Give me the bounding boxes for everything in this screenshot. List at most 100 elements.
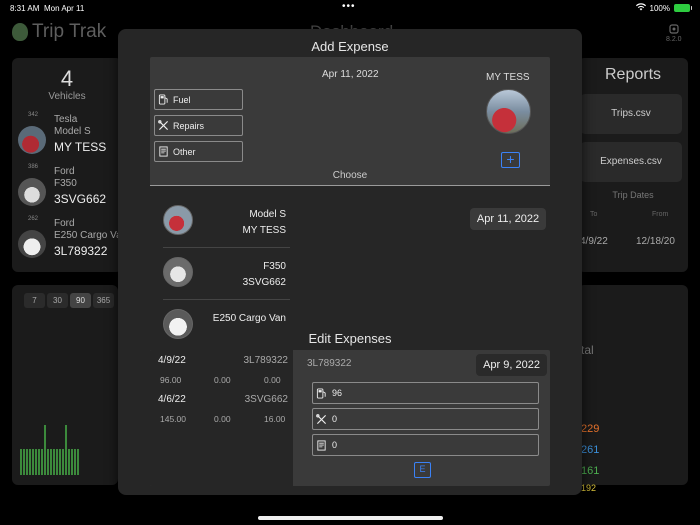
vehicle-model: F350 (54, 178, 77, 189)
choose-vehicle-name: MY TESS (242, 225, 286, 236)
totals-label: tal (581, 343, 594, 357)
vehicle-name: 3L789322 (54, 244, 108, 258)
total-value: 161 (581, 465, 600, 477)
expense-repairs: 0.00 (214, 375, 231, 385)
choose-vehicle-item[interactable]: F350 3SVG662 (163, 252, 290, 300)
choose-vehicle-name: 3SVG662 (242, 277, 286, 288)
vehicle-avatar (163, 257, 193, 287)
trip-dates-label: Trip Dates (612, 190, 654, 200)
range-button-90[interactable]: 90 (70, 293, 91, 308)
vehicle-count-label: Vehicles (48, 91, 86, 102)
selected-vehicle-avatar (486, 89, 531, 134)
choose-vehicle-list[interactable]: Model S MY TESS F350 3SVG662 E250 Cargo … (150, 186, 550, 351)
repairs-type-button[interactable]: Repairs (154, 115, 243, 136)
vehicle-number: 342 (28, 112, 39, 118)
add-expense-card: Apr 11, 2022 Fuel Repairs Other MY TESS … (150, 57, 550, 351)
vehicle-number: 262 (28, 216, 39, 222)
vehicle-name: 3SVG662 (54, 192, 107, 206)
vehicle-list-item[interactable]: 262 Ford E250 Cargo Va 3L789322 (16, 216, 122, 266)
total-value: 229 (581, 423, 600, 435)
fuel-type-button[interactable]: Fuel (154, 89, 243, 110)
fuel-pump-icon (316, 387, 326, 399)
expenses-csv-button[interactable]: Expenses.csv (580, 142, 682, 182)
total-value: 261 (581, 444, 600, 456)
vehicle-avatar (163, 205, 193, 235)
trips-csv-button[interactable]: Trips.csv (580, 94, 682, 134)
expense-date-picker[interactable]: Apr 11, 2022 (470, 208, 546, 230)
expense-row[interactable]: 4/9/22 3L789322 96.00 0.00 0.00 (158, 352, 288, 392)
fuel-amount-field[interactable]: 96 (312, 382, 539, 404)
vehicle-model: E250 Cargo Va (54, 230, 122, 241)
choose-vehicle-model: E250 Cargo Van (212, 313, 286, 324)
trip-dates-to-label: To (590, 211, 598, 218)
settings-button[interactable]: 8.2.0 (666, 24, 682, 43)
choose-vehicle-item[interactable]: Model S MY TESS (163, 200, 290, 248)
expense-plate: 3L789322 (243, 355, 289, 366)
vehicle-make: Ford (54, 218, 75, 229)
other-amount-field[interactable]: 0 (312, 434, 539, 456)
app-logo: Trip Trak (12, 21, 106, 43)
repairs-amount-value: 0 (332, 414, 338, 424)
selected-expense-plate: 3L789322 (307, 358, 352, 369)
expense-modal: Add Expense Apr 11, 2022 Fuel Repairs Ot… (118, 29, 582, 495)
reports-title: Reports (604, 66, 662, 83)
choose-label: Choose (332, 170, 368, 181)
fuel-type-label: Fuel (173, 94, 191, 105)
expense-fuel: 145.00 (160, 414, 186, 424)
expense-plate: 3SVG662 (244, 394, 288, 405)
fuel-pump-icon (158, 94, 168, 105)
vehicle-avatar (18, 178, 46, 206)
range-selector: 7 30 90 365 (24, 293, 114, 308)
range-button-7[interactable]: 7 (24, 293, 45, 308)
expense-other: 16.00 (264, 414, 286, 424)
total-value: 192 (581, 483, 597, 493)
range-button-30[interactable]: 30 (47, 293, 68, 308)
add-expense-button[interactable]: + (501, 152, 520, 168)
vehicle-avatar (18, 126, 46, 154)
receipt-icon (159, 146, 168, 157)
choose-vehicle-model: F350 (263, 261, 286, 272)
trip-to-date[interactable]: 4/9/22 (580, 236, 608, 247)
vehicle-list-item[interactable]: 342 Tesla Model S MY TESS (16, 112, 122, 162)
choose-vehicle-model: Model S (249, 209, 286, 220)
vehicle-make: Ford (54, 166, 75, 177)
selected-vehicle-name: MY TESS (486, 72, 530, 83)
other-amount-value: 0 (332, 440, 338, 450)
chart-panel: 7 30 90 365 (12, 285, 118, 485)
repairs-type-label: Repairs (173, 120, 205, 131)
vehicle-make: Tesla (54, 114, 78, 125)
app-name: Trip Trak (32, 21, 107, 42)
version-label: 8.2.0 (666, 36, 682, 43)
save-edit-button[interactable]: E (414, 462, 431, 478)
gear-icon (669, 24, 679, 34)
edit-expenses-card: 4/9/22 3L789322 96.00 0.00 0.00 4/6/22 3… (150, 350, 550, 486)
vehicle-count: 4 (60, 66, 74, 91)
other-type-button[interactable]: Other (154, 141, 243, 162)
repairs-amount-field[interactable]: 0 (312, 408, 539, 430)
usage-bars (20, 405, 118, 475)
range-button-365[interactable]: 365 (93, 293, 114, 308)
trip-dates-from-label: From (652, 211, 669, 218)
expense-fuel: 96.00 (160, 375, 182, 385)
home-indicator[interactable] (258, 516, 443, 520)
wrench-icon (158, 120, 169, 131)
shield-icon (12, 23, 28, 41)
reports-panel: Reports Trips.csv Expenses.csv Trip Date… (578, 58, 688, 272)
receipt-icon (317, 439, 326, 451)
vehicle-model: Model S (54, 126, 91, 137)
add-expense-date: Apr 11, 2022 (322, 69, 379, 80)
other-type-label: Other (173, 146, 196, 157)
expense-row[interactable]: 4/6/22 3SVG662 145.00 0.00 16.00 (158, 391, 288, 431)
expense-other: 0.00 (264, 375, 281, 385)
edit-expenses-title: Edit Expenses (308, 331, 392, 346)
wrench-icon (316, 413, 327, 424)
expense-list[interactable]: 4/9/22 3L789322 96.00 0.00 0.00 4/6/22 3… (150, 350, 293, 486)
expense-repairs: 0.00 (214, 414, 231, 424)
selected-expense-date[interactable]: Apr 9, 2022 (476, 354, 547, 376)
vehicle-name: MY TESS (54, 140, 107, 154)
trip-from-date[interactable]: 12/18/20 (636, 236, 675, 247)
vehicle-avatar (18, 230, 46, 258)
expense-date: 4/6/22 (158, 394, 186, 405)
vehicle-list-item[interactable]: 386 Ford F350 3SVG662 (16, 164, 122, 214)
vehicle-number: 386 (28, 164, 39, 170)
